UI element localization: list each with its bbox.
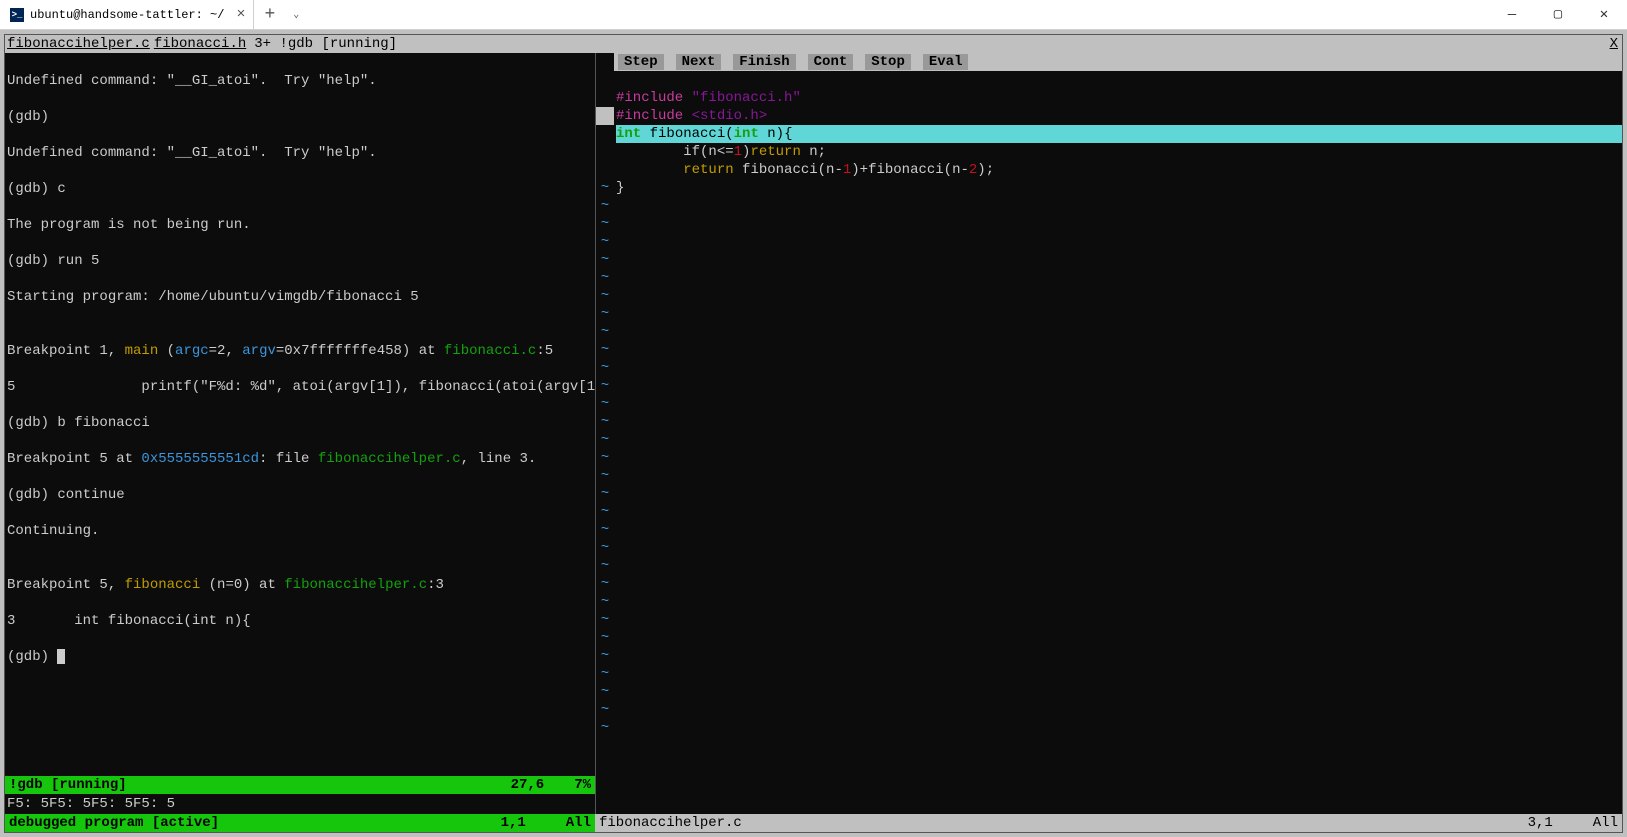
cursor-icon — [57, 649, 65, 664]
status-name: !gdb [running] — [9, 777, 127, 793]
tab-close-icon[interactable]: × — [236, 6, 245, 23]
gdb-prompt[interactable]: (gdb) — [7, 648, 593, 666]
sign-column: ~~~~~~~~~~~~~~~~~~~~~~~~~~~~~~~ — [596, 53, 614, 814]
eval-button[interactable]: Eval — [923, 54, 969, 70]
status-left: debugged program [active] 1,1 All — [5, 814, 595, 832]
terminal-tab[interactable]: >_ ubuntu@handsome-tattler: ~/ × — [0, 0, 254, 29]
gdb-line: Undefined command: "__GI_atoi". Try "hel… — [7, 144, 593, 162]
gdb-line: Breakpoint 5, fibonacci (n=0) at fibonac… — [7, 576, 593, 594]
gdb-line: (gdb) b fibonacci — [7, 414, 593, 432]
window-controls: — ▢ ✕ — [1489, 0, 1627, 29]
code-current-line: int fibonacci(int n){ — [616, 125, 1622, 143]
gdb-line: Continuing. — [7, 522, 593, 540]
status-left-name: debugged program [active] — [9, 815, 219, 831]
source-code[interactable]: #include "fibonacci.h" #include <stdio.h… — [614, 71, 1622, 814]
gdb-line: The program is not being run. — [7, 216, 593, 234]
gdb-line: (gdb) continue — [7, 486, 593, 504]
tab-title: ubuntu@handsome-tattler: ~/ — [30, 8, 224, 22]
powershell-icon: >_ — [10, 8, 24, 22]
status-right-all: All — [1593, 815, 1618, 831]
code-line: #include "fibonacci.h" — [616, 90, 801, 106]
gdb-line: Undefined command: "__GI_atoi". Try "hel… — [7, 72, 593, 90]
bottom-statusline: debugged program [active] 1,1 All fibona… — [5, 814, 1622, 832]
status-pct: 7% — [574, 777, 591, 793]
terminal-area[interactable]: fibonaccihelper.c fibonacci.h 3+ !gdb [r… — [4, 34, 1623, 833]
code-line: if(n<=1)return n; — [616, 144, 826, 160]
tabline-close[interactable]: X — [1610, 35, 1618, 53]
close-button[interactable]: ✕ — [1581, 0, 1627, 29]
gdb-line: 5 printf("F%d: %d", atoi(argv[1]), fibon… — [7, 378, 593, 396]
code-line: return fibonacci(n-1)+fibonacci(n-2); — [616, 162, 994, 178]
program-stdout: F5: 5F5: 5F5: 5F5: 5 — [5, 794, 595, 814]
window-titlebar: >_ ubuntu@handsome-tattler: ~/ × + ⌄ — ▢… — [0, 0, 1627, 30]
new-tab-button[interactable]: + — [254, 5, 285, 25]
gdb-pane[interactable]: Undefined command: "__GI_atoi". Try "hel… — [5, 53, 595, 814]
gdb-line: Breakpoint 1, main (argc=2, argv=0x7ffff… — [7, 342, 593, 360]
gdb-toolbar: Step Next Finish Cont Stop Eval — [614, 53, 1622, 71]
status-right-pos: 3,1 — [1528, 815, 1553, 831]
step-button[interactable]: Step — [618, 54, 664, 70]
status-pos: 27,6 — [511, 777, 545, 793]
cont-button[interactable]: Cont — [808, 54, 854, 70]
vim-tabline: fibonaccihelper.c fibonacci.h 3+ !gdb [r… — [5, 35, 1622, 53]
maximize-button[interactable]: ▢ — [1535, 0, 1581, 29]
gdb-statusline: !gdb [running] 27,6 7% — [5, 776, 595, 794]
gdb-output[interactable]: Undefined command: "__GI_atoi". Try "hel… — [5, 53, 595, 776]
minimize-button[interactable]: — — [1489, 0, 1535, 29]
status-right-name: fibonaccihelper.c — [599, 815, 742, 831]
gdb-line: (gdb) — [7, 108, 593, 126]
code-line: } — [616, 180, 624, 196]
code-line: #include <stdio.h> — [616, 108, 767, 124]
gdb-line: (gdb) c — [7, 180, 593, 198]
current-line-marker — [596, 107, 614, 125]
status-left-pos: 1,1 — [501, 815, 526, 831]
gdb-line: Breakpoint 5 at 0x5555555551cd: file fib… — [7, 450, 593, 468]
finish-button[interactable]: Finish — [733, 54, 795, 70]
tab-file-1[interactable]: fibonaccihelper.c — [5, 35, 152, 53]
tab-file-2[interactable]: fibonacci.h — [152, 35, 248, 53]
next-button[interactable]: Next — [676, 54, 722, 70]
gdb-line: Starting program: /home/ubuntu/vimgdb/fi… — [7, 288, 593, 306]
stop-button[interactable]: Stop — [865, 54, 911, 70]
tab-info: 3+ !gdb [running] — [254, 35, 397, 53]
gdb-line: 3 int fibonacci(int n){ — [7, 612, 593, 630]
status-left-all: All — [566, 815, 591, 831]
source-pane[interactable]: ~~~~~~~~~~~~~~~~~~~~~~~~~~~~~~~ Step Nex… — [596, 53, 1622, 814]
tab-dropdown-icon[interactable]: ⌄ — [285, 9, 307, 21]
gdb-line: (gdb) run 5 — [7, 252, 593, 270]
tab-strip: >_ ubuntu@handsome-tattler: ~/ × + ⌄ — [0, 0, 307, 29]
split-container: Undefined command: "__GI_atoi". Try "hel… — [5, 53, 1622, 814]
status-right: fibonaccihelper.c 3,1 All — [595, 814, 1622, 832]
